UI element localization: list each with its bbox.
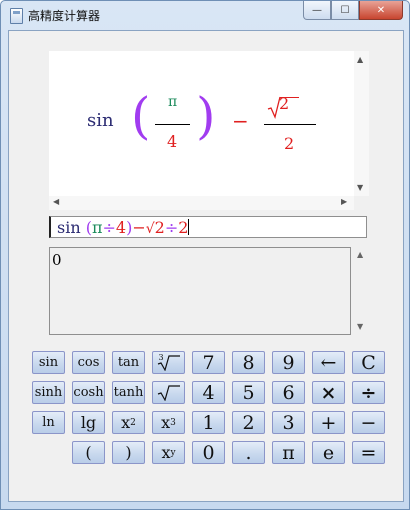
expr-minus: − [132,218,146,237]
cube-button[interactable]: x3 [152,411,185,434]
backspace-button[interactable]: ← [312,351,345,374]
square-exponent: 2 [130,417,136,428]
scroll-up-icon[interactable]: ▲ [357,55,363,64]
formula-denominator: 4 [167,132,178,151]
square-base: x [121,413,131,432]
sinh-button[interactable]: sinh [32,381,65,404]
digit-5-button[interactable]: 5 [232,381,265,404]
result-display: 0 [49,247,351,335]
expr-sqrt-icon: √ [145,221,155,237]
digit-0-button[interactable]: 0 [192,441,225,464]
cosh-button[interactable]: cosh [72,381,105,404]
formula-operator: − [232,109,249,133]
digit-4-button[interactable]: 4 [192,381,225,404]
power-exponent: y [170,447,176,458]
formula-left-paren: ( [131,87,151,145]
expr-four: 4 [115,218,127,237]
minimize-button[interactable]: — [303,1,331,20]
square-root-button[interactable] [152,381,185,404]
digit-8-button[interactable]: 8 [232,351,265,374]
clear-button[interactable]: C [352,351,385,374]
minus-button[interactable]: − [352,411,385,434]
maximize-button[interactable]: ☐ [331,1,359,20]
expr-sin: sin [57,218,81,237]
formula-vertical-scrollbar[interactable]: ▲ ▼ [354,51,369,196]
expr-two: 2 [154,218,165,237]
window-controls: — ☐ ✕ [303,1,403,20]
right-paren-button[interactable]: ) [112,441,145,464]
left-paren-button[interactable]: ( [72,441,105,464]
scroll-left-icon[interactable]: ◀ [53,197,59,206]
expr-two2: 2 [178,218,189,237]
cube-base: x [161,413,171,432]
square-button[interactable]: x2 [112,411,145,434]
cube-root-icon: 3 [157,352,181,371]
lg-button[interactable]: lg [72,411,105,434]
cos-button[interactable]: cos [72,351,105,374]
expr-divide: ÷ [102,218,116,237]
formula-fraction-bar2 [264,124,316,125]
scroll-down-icon[interactable]: ▼ [357,183,363,192]
scroll-right-icon[interactable]: ▶ [341,197,347,206]
cube-root-button[interactable]: 3 [152,351,185,374]
formula-numerator2: 2 [279,94,290,113]
digit-1-button[interactable]: 1 [192,411,225,434]
digit-6-button[interactable]: 6 [272,381,305,404]
digit-2-button[interactable]: 2 [232,411,265,434]
cube-root-index: 3 [158,352,164,362]
digit-3-button[interactable]: 3 [272,411,305,434]
sin-button[interactable]: sin [32,351,65,374]
tanh-button[interactable]: tanh [112,381,145,404]
calculator-app-icon [10,8,23,24]
tan-button[interactable]: tan [112,351,145,374]
ln-button[interactable]: ln [32,411,65,434]
formula-fraction-bar [155,124,190,125]
formula-numerator: π [168,94,178,110]
e-button[interactable]: e [312,441,345,464]
power-button[interactable]: xy [152,441,185,464]
multiply-button[interactable]: × [312,381,345,404]
result-scroll-up-icon[interactable]: ▲ [357,250,363,259]
title-bar[interactable]: 高精度计算器 — ☐ ✕ [1,1,409,29]
calculator-window: 高精度计算器 — ☐ ✕ sin ( π 4 ) − 2 2 ▲ ▼ ◀ ▶ s… [0,0,410,510]
divide-button[interactable]: ÷ [352,381,385,404]
window-title: 高精度计算器 [28,9,101,23]
result-scrollbar[interactable]: ▲ ▼ [354,247,368,335]
cube-exponent: 3 [170,417,176,428]
result-value: 0 [52,251,62,269]
close-button[interactable]: ✕ [359,1,403,20]
decimal-point-button[interactable]: . [232,441,265,464]
plus-button[interactable]: + [312,411,345,434]
client-area: sin ( π 4 ) − 2 2 ▲ ▼ ◀ ▶ sin (π÷4)−√2÷2 [8,30,404,502]
result-scroll-down-icon[interactable]: ▼ [357,322,363,331]
expr-divide2: ÷ [164,218,179,237]
expr-pi: π [91,218,103,237]
formula-display: sin ( π 4 ) − 2 2 [49,51,354,196]
text-cursor [188,219,190,235]
digit-9-button[interactable]: 9 [272,351,305,374]
equals-button[interactable]: = [352,441,385,464]
formula-right-paren: ) [196,87,216,145]
expression-input[interactable]: sin (π÷4)−√2÷2 [49,216,367,238]
pi-button[interactable]: π [272,441,305,464]
digit-7-button[interactable]: 7 [192,351,225,374]
expr-left-paren: ( [80,218,92,237]
formula-function: sin [87,110,114,131]
square-root-icon [157,384,181,401]
formula-denominator2: 2 [284,134,295,153]
formula-horizontal-scrollbar[interactable]: ◀ ▶ [49,196,354,210]
